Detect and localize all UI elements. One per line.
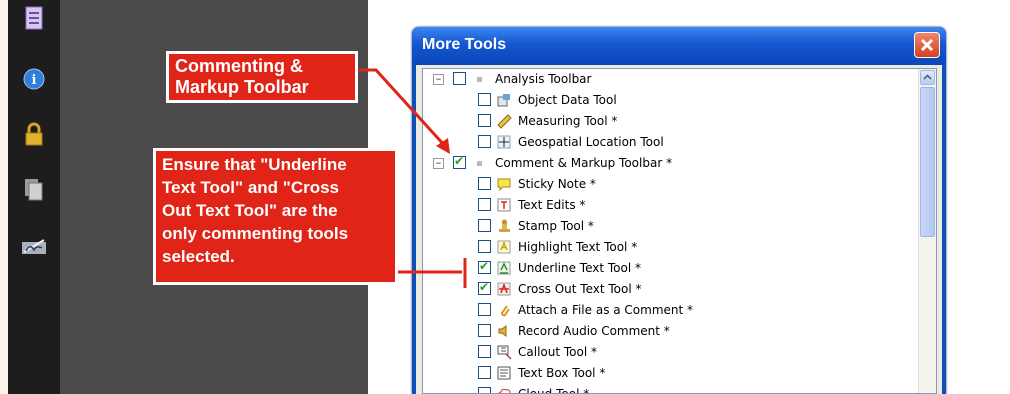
annotation-arrows — [358, 68, 467, 288]
